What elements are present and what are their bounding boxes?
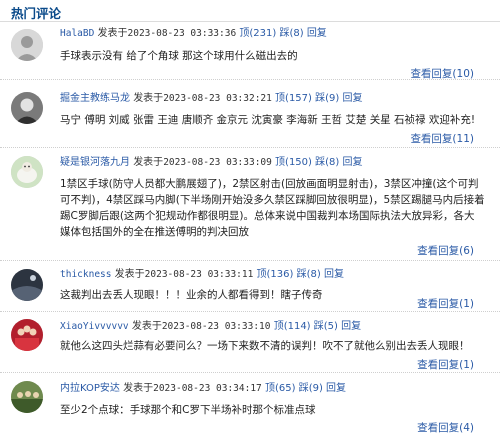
comment-meta: thickness 发表于2023-08-23 03:33:11 顶(136) … [60,268,344,282]
comment-text: 至少2个点球：手球那个和C罗下半场补时那个标准点球 [60,404,316,416]
comment-item: 内拉KOP安达 发表于2023-08-23 03:34:17 顶(65) 踩(9… [0,373,500,440]
reply-button[interactable]: 回复 [326,383,346,394]
comment-time: 2023-08-23 03:33:36 [127,28,237,39]
comment-meta: HalaBD 发表于2023-08-23 03:33:36 顶(231) 踩(8… [60,27,327,41]
downvote-button[interactable]: 踩(8) [297,269,321,280]
comment-time: 2023-08-23 03:32:21 [163,93,272,104]
user-avatar-grey[interactable] [11,29,43,61]
comment-username[interactable]: 疑是银河落九月 [60,157,130,168]
reply-button[interactable]: 回复 [324,269,344,280]
upvote-button[interactable]: 顶(65) [265,383,296,394]
downvote-button[interactable]: 踩(8) [315,157,339,168]
upvote-button[interactable]: 顶(114) [274,321,311,332]
upvote-button[interactable]: 顶(136) [257,269,294,280]
view-replies-link[interactable]: 查看回复(4) [417,420,474,435]
posted-label: 发表于 [114,269,145,280]
comment-meta: XiaoYivvvvvv 发表于2023-08-23 03:33:10 顶(11… [60,320,361,334]
user-avatar-dark[interactable] [11,269,43,301]
comment-text: 1禁区手球(防守人员都大鹏展翅了)，2禁区射击(回放画面明显射击)，3禁区冲撞(… [60,178,485,238]
upvote-button[interactable]: 顶(157) [275,93,312,104]
posted-label: 发表于 [97,28,128,39]
view-replies-link[interactable]: 查看回复(1) [417,357,474,372]
comment-item: 掘金主教练马龙 发表于2023-08-23 03:32:21 顶(157) 踩(… [0,80,500,148]
hot-comments-header: 热门评论 [0,0,500,22]
comment-item: XiaoYivvvvvv 发表于2023-08-23 03:33:10 顶(11… [0,312,500,373]
user-avatar-photo[interactable] [11,92,43,124]
posted-label: 发表于 [123,383,154,394]
comment-time: 2023-08-23 03:34:17 [153,383,262,394]
comment-time: 2023-08-23 03:33:11 [144,269,254,280]
comment-time: 2023-08-23 03:33:10 [161,321,271,332]
comment-meta: 掘金主教练马龙 发表于2023-08-23 03:32:21 顶(157) 踩(… [60,92,362,106]
upvote-button[interactable]: 顶(231) [239,28,276,39]
posted-label: 发表于 [131,321,162,332]
comment-meta: 疑是银河落九月 发表于2023-08-23 03:33:09 顶(150) 踩(… [60,156,362,170]
comment-username[interactable]: thickness [60,269,111,280]
comment-item: 疑是银河落九月 发表于2023-08-23 03:33:09 顶(150) 踩(… [0,148,500,261]
posted-label: 发表于 [133,93,164,104]
reply-button[interactable]: 回复 [342,93,362,104]
comment-text: 手球表示没有 给了个角球 那这个球用什么磁出去的 [60,50,298,62]
view-replies-link[interactable]: 查看回复(1) [417,296,474,311]
comment-text: 就他么这四头烂蒜有必要问么？一场下来数不清的误判！吹不了就他么别出去丢人现眼！ [60,340,470,352]
user-avatar-sheep[interactable] [11,156,43,188]
comment-time: 2023-08-23 03:33:09 [163,157,272,168]
upvote-button[interactable]: 顶(150) [275,157,312,168]
posted-label: 发表于 [133,157,164,168]
comment-text: 马宁 傅明 刘威 张雷 王迪 唐顺齐 金京元 沈寅豪 李海新 王哲 艾楚 关星 … [60,114,476,126]
comment-item: HalaBD 发表于2023-08-23 03:33:36 顶(231) 踩(8… [0,22,500,80]
downvote-button[interactable]: 踩(9) [315,93,339,104]
comment-username[interactable]: 内拉KOP安达 [60,383,120,394]
user-avatar-crowd[interactable] [11,381,43,413]
comment-username[interactable]: HalaBD [60,28,94,39]
reply-button[interactable]: 回复 [307,28,327,39]
view-replies-link[interactable]: 查看回复(11) [410,131,474,146]
view-replies-link[interactable]: 查看回复(10) [410,66,474,81]
section-title: 热门评论 [11,6,62,21]
downvote-button[interactable]: 踩(9) [299,383,323,394]
reply-button[interactable]: 回复 [342,157,362,168]
comment-username[interactable]: 掘金主教练马龙 [60,93,130,104]
downvote-button[interactable]: 踩(5) [314,321,338,332]
comment-item: thickness 发表于2023-08-23 03:33:11 顶(136) … [0,261,500,312]
downvote-button[interactable]: 踩(8) [279,28,303,39]
comment-meta: 内拉KOP安达 发表于2023-08-23 03:34:17 顶(65) 踩(9… [60,382,346,396]
comment-username[interactable]: XiaoYivvvvvv [60,321,129,332]
view-replies-link[interactable]: 查看回复(6) [417,243,474,258]
reply-button[interactable]: 回复 [341,321,361,332]
user-avatar-team[interactable] [11,319,43,351]
